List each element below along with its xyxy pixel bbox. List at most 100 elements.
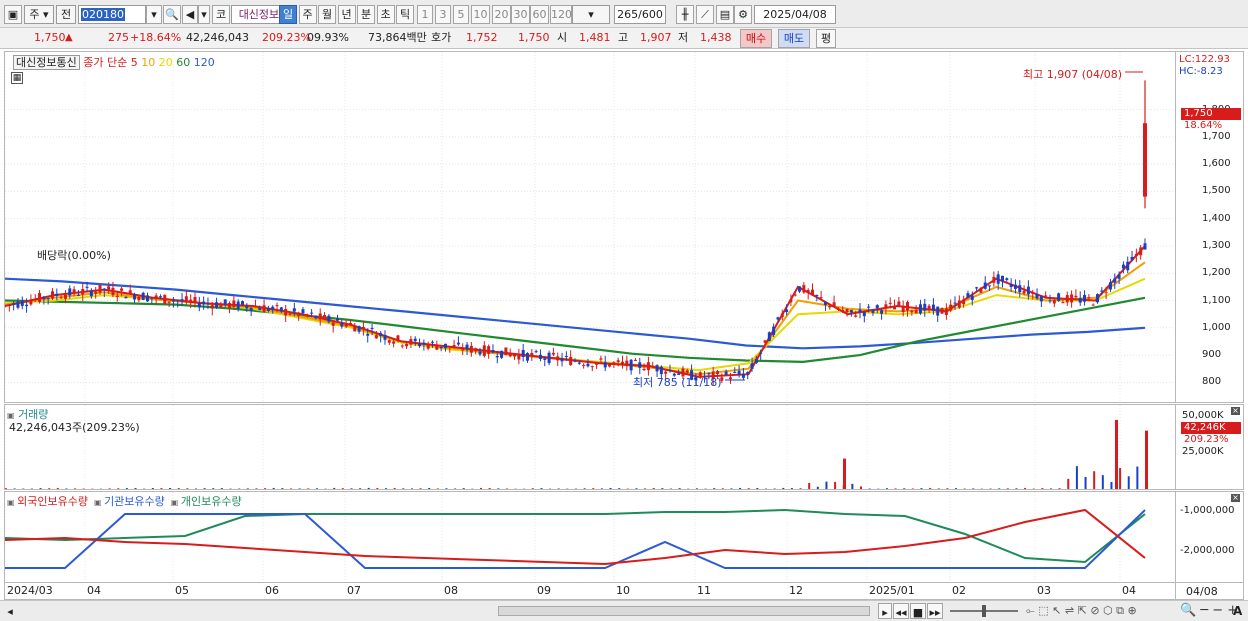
scroll-thumb[interactable] [498,606,870,616]
candle-body-104 [452,345,456,349]
vol-bar-80 [350,488,353,489]
period-1[interactable]: 주 [298,5,317,24]
interval-20[interactable]: 20 [492,5,511,24]
window-menu-icon[interactable]: ▣ [4,5,22,24]
vol-bar-230 [998,488,1001,489]
holdings-panel[interactable]: ▣ 외국인보유수량 ▣ 기관보유수량 ▣ 개인보유수량 [4,491,1176,583]
vol-bar-156 [678,488,681,489]
font-size-icon[interactable]: A [1233,604,1242,618]
x-label-4: 07 [347,584,361,597]
candle-body-130 [564,355,568,357]
scroll-left-icon[interactable]: ◂ [4,603,16,619]
search-icon[interactable]: 🔍 [163,5,181,24]
bid-price: 1,750 [518,31,550,44]
buy-button[interactable]: 매수 [740,29,772,48]
period-3[interactable]: 년 [337,5,356,24]
vol-bar-58 [255,488,258,489]
interval-120[interactable]: 120 [550,5,572,24]
prev-button[interactable]: 전 [56,5,76,24]
vol-bar-0 [5,488,7,489]
vol-bar-96 [419,488,422,489]
table-icon[interactable]: ▦ [11,72,23,84]
candle-body-25 [111,287,115,296]
interval-10[interactable]: 10 [471,5,490,24]
vol-bar-112 [488,488,491,489]
volume-panel[interactable]: ▣ 거래량 42,246,043주(209.23%) [4,404,1176,490]
candle-body-204 [884,304,888,309]
stop-icon[interactable]: ■ [910,603,926,619]
panel-close-icon[interactable]: × [1231,494,1240,502]
interval-1[interactable]: 1 [417,5,433,24]
vol-bar-254 [1101,475,1104,489]
interval-30[interactable]: 30 [511,5,530,24]
candle-body-42 [184,296,188,302]
count-display[interactable]: 265/600 [614,5,666,24]
candle-body-151 [655,365,659,372]
draw-tool-icon[interactable]: ⟋ [696,5,714,24]
candle-body-197 [854,315,858,317]
settings-gear-icon[interactable]: ⚙ [734,5,752,24]
rewind-icon[interactable]: ◂◂ [893,603,909,619]
save-icon[interactable]: ▤ [716,5,734,24]
vol-bar-232 [1006,488,1009,489]
fast-forward-icon[interactable]: ▸▸ [927,603,943,619]
period-5[interactable]: 초 [376,5,395,24]
open-label: 시 [557,31,568,44]
candle-body-238 [1031,292,1035,294]
price-tick-8: 1,000 [1202,321,1231,333]
vol-bar-40 [177,488,180,489]
period-6[interactable]: 틱 [396,5,414,24]
candle-body-93 [405,343,409,347]
candle-body-257 [1113,278,1117,283]
period-0[interactable]: 일 [279,5,297,24]
quote-bar: 1,750 ▲ 275 +18.64% 42,246,043 209.23% 0… [0,28,1248,49]
price-value: 1,750 [34,31,66,44]
vol-bar-2 [13,488,16,489]
code-input[interactable]: 020180 [78,5,146,24]
interval-select[interactable]: ▾ [572,5,610,24]
speaker-dropdown-icon[interactable]: ▾ [198,5,210,24]
candle-body-30 [133,294,137,300]
candle-body-234 [1013,284,1017,289]
candle-body-99 [431,341,434,343]
x-label-6: 09 [537,584,551,597]
speaker-icon[interactable]: ◀ [182,5,198,24]
candle-body-31 [137,296,141,301]
candle-body-134 [582,365,586,367]
candle-body-113 [491,350,495,353]
candle-body-138 [599,358,603,360]
zoom-controls-icon[interactable]: 🔍 ─ − + [1180,603,1238,618]
market-select[interactable]: 주 ▾ [24,5,54,24]
tool-icons[interactable]: ⟜ ⬚ ↖ ⇌ ⇱ ⊘ ⬡ ⧉ ⊕ [1026,604,1137,618]
candle-type-icon[interactable]: ╫ [676,5,694,24]
vol-bar-94 [410,488,413,489]
panel-close-icon[interactable]: × [1231,407,1240,415]
vol-bar-136 [592,488,595,489]
date-field[interactable]: 2025/04/08 [754,5,836,24]
vol-bar-188 [816,486,819,489]
zoom-slider-handle[interactable] [982,605,986,617]
interval-60[interactable]: 60 [530,5,549,24]
candle-body-84 [366,333,370,336]
candle-body-82 [357,326,361,332]
legend-ma-2: 20 [155,56,173,69]
price-panel[interactable]: 대신정보통신 종가 단순 5 10 20 60 120 ▦ 최고 1,907 (… [4,51,1176,403]
candle-body-240 [1039,296,1043,302]
candle-body-189 [819,297,823,299]
interval-5[interactable]: 5 [453,5,469,24]
interval-3[interactable]: 3 [435,5,451,24]
candle-body-144 [625,360,629,366]
market-mode-button[interactable]: 코 [212,5,230,24]
period-4[interactable]: 분 [357,5,375,24]
candle-body-146 [633,359,637,361]
candle-body-0 [5,305,7,307]
candle-body-253 [1096,294,1099,303]
scroll-right-icon[interactable]: ▸ [878,603,892,619]
x-label-0: 2024/03 [7,584,53,597]
sell-button[interactable]: 매도 [778,29,810,48]
eval-button[interactable]: 평 [816,29,836,48]
period-2[interactable]: 월 [318,5,336,24]
candle-body-73 [318,313,322,320]
candle-body-83 [361,326,365,330]
code-dropdown-icon[interactable]: ▾ [146,5,162,24]
